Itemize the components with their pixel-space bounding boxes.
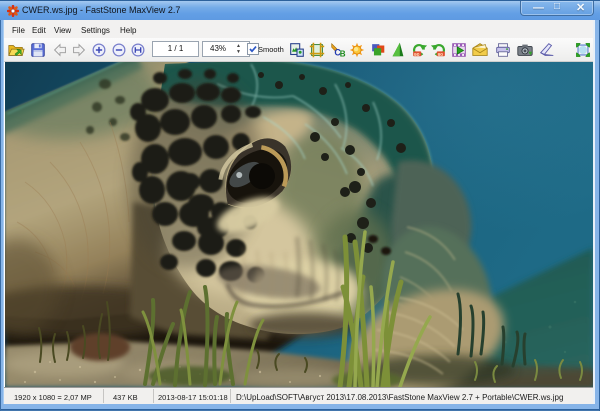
svg-text:90: 90 (438, 52, 444, 58)
svg-text:B: B (340, 49, 346, 58)
svg-text:90: 90 (414, 52, 420, 58)
